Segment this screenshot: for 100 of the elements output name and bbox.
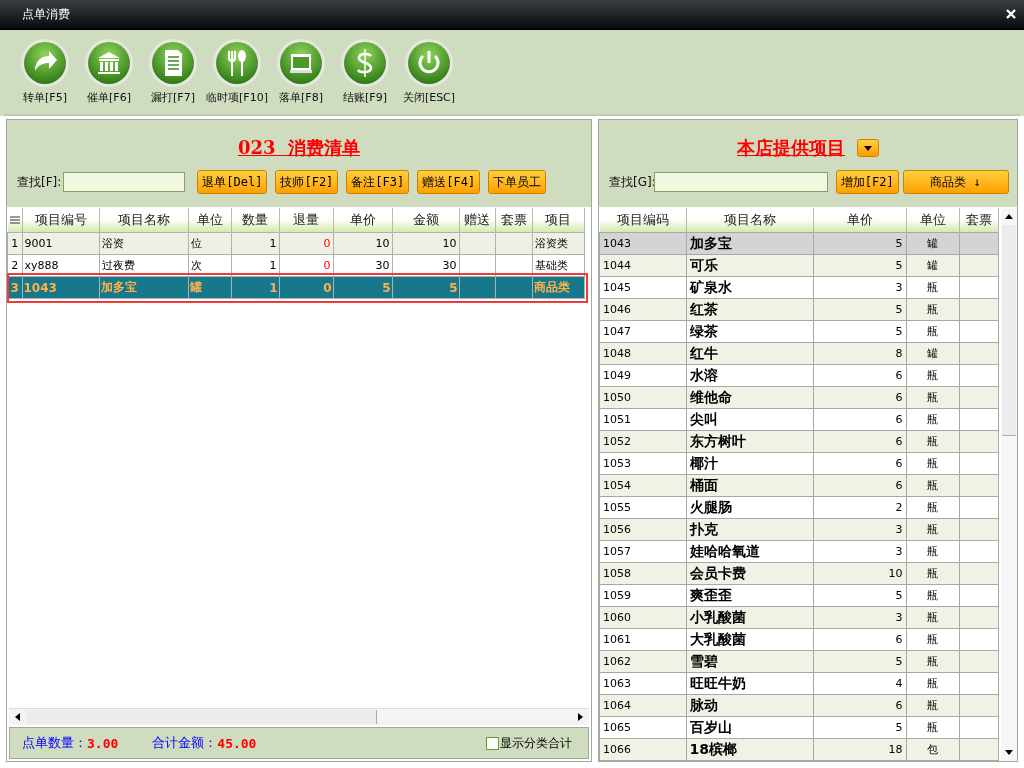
- column-header[interactable]: 金额: [392, 208, 459, 233]
- catalog-row[interactable]: 1045 矿泉水 3 瓶: [599, 276, 999, 299]
- vertical-scrollbar[interactable]: [1001, 208, 1017, 761]
- catalog-row[interactable]: 1065 百岁山 5 瓶: [599, 716, 999, 739]
- catalog-row[interactable]: 1064 脉动 6 瓶: [599, 694, 999, 717]
- table-cell: 罐: [906, 232, 959, 255]
- catalog-row[interactable]: 1061 大乳酸菌 6 瓶: [599, 628, 999, 651]
- catalog-row[interactable]: 1043 加多宝 5 罐: [599, 232, 999, 255]
- table-cell: 爽歪歪: [686, 584, 813, 607]
- table-cell: 1049: [599, 364, 686, 387]
- toolbar-button[interactable]: 临时项[F10]: [208, 38, 266, 114]
- action-button[interactable]: 增加[F2]: [835, 170, 899, 194]
- action-button[interactable]: 商品类 ↓: [902, 170, 1009, 194]
- column-header[interactable]: 套票: [495, 208, 532, 233]
- table-cell: 1058: [599, 562, 686, 585]
- column-header[interactable]: 项目编码: [599, 208, 686, 233]
- action-button[interactable]: 技师[F2]: [275, 170, 339, 194]
- table-cell: 瓶: [906, 320, 959, 343]
- catalog-row[interactable]: 1057 娃哈哈氧道 3 瓶: [599, 540, 999, 563]
- toolbar-button[interactable]: 催单[F6]: [80, 38, 138, 114]
- catalog-row[interactable]: 1046 红茶 5 瓶: [599, 298, 999, 321]
- table-cell: 1043: [22, 276, 99, 299]
- table-cell: 1052: [599, 430, 686, 453]
- catalog-row[interactable]: 1059 爽歪歪 5 瓶: [599, 584, 999, 607]
- dropdown-button[interactable]: [857, 139, 879, 157]
- table-cell: 1050: [599, 386, 686, 409]
- action-button[interactable]: 下单员工: [488, 170, 547, 194]
- table-cell: 罐: [906, 254, 959, 277]
- action-button[interactable]: 备注[F3]: [346, 170, 410, 194]
- column-header[interactable]: 套票: [959, 208, 999, 233]
- catalog-row[interactable]: 1047 绿茶 5 瓶: [599, 320, 999, 343]
- toolbar-button[interactable]: 转单[F5]: [16, 38, 74, 114]
- search-field[interactable]: [653, 172, 828, 192]
- table-cell: 1056: [599, 518, 686, 541]
- table-cell: 18: [813, 738, 906, 761]
- table-cell: 瓶: [906, 298, 959, 321]
- table-cell: 5: [813, 298, 906, 321]
- column-header[interactable]: 单价: [813, 208, 906, 233]
- table-cell: 椰汁: [686, 452, 813, 475]
- checkbox[interactable]: [486, 736, 499, 750]
- column-header[interactable]: 项目名称: [686, 208, 813, 233]
- scrollbar-thumb[interactable]: [26, 710, 377, 724]
- checkbox-label[interactable]: 显示分类合计: [500, 734, 572, 752]
- column-header[interactable]: 项目: [532, 208, 585, 233]
- catalog-row[interactable]: 1055 火腿肠 2 瓶: [599, 496, 999, 519]
- catalog-row[interactable]: 1052 东方树叶 6 瓶: [599, 430, 999, 453]
- catalog-row[interactable]: 1058 会员卡费 10 瓶: [599, 562, 999, 585]
- toolbar-button[interactable]: 结账[F9]: [336, 38, 394, 114]
- action-button[interactable]: 赠送[F4]: [417, 170, 481, 194]
- catalog-row[interactable]: 1056 扑克 3 瓶: [599, 518, 999, 541]
- catalog-row[interactable]: 1044 可乐 5 罐: [599, 254, 999, 277]
- list-icon: [9, 215, 20, 225]
- table-cell: 加多宝: [99, 276, 188, 299]
- column-header[interactable]: 项目编号: [22, 208, 99, 233]
- toolbar-button[interactable]: 落单[F8]: [272, 38, 330, 114]
- table-cell: 18槟榔: [686, 738, 813, 761]
- catalog-row[interactable]: 1053 椰汁 6 瓶: [599, 452, 999, 475]
- catalog-row[interactable]: 1062 雪碧 5 瓶: [599, 650, 999, 673]
- catalog-row[interactable]: 1066 18槟榔 18 包: [599, 738, 999, 761]
- scrollbar-thumb[interactable]: [1002, 225, 1016, 436]
- catalog-row[interactable]: 1050 维他命 6 瓶: [599, 386, 999, 409]
- catalog-row[interactable]: 1048 红牛 8 罐: [599, 342, 999, 365]
- catalog-row[interactable]: 1054 桶面 6 瓶: [599, 474, 999, 497]
- column-header[interactable]: 单位: [906, 208, 959, 233]
- table-cell: 1: [231, 232, 279, 255]
- order-row[interactable]: 1 9001 浴资 位 1 0 10 10 浴资类: [7, 232, 585, 255]
- fork-spoon-icon: [212, 38, 262, 88]
- table-cell: 30: [333, 254, 392, 277]
- column-header[interactable]: 退量: [279, 208, 333, 233]
- column-header[interactable]: 单位: [188, 208, 231, 233]
- table-cell: 10: [333, 232, 392, 255]
- table-cell: 0: [279, 276, 333, 299]
- action-button[interactable]: 退单[Del]: [197, 170, 268, 194]
- catalog-row[interactable]: 1049 水溶 6 瓶: [599, 364, 999, 387]
- table-cell: 1: [231, 276, 279, 299]
- table-cell: 1062: [599, 650, 686, 673]
- column-header[interactable]: 数量: [231, 208, 279, 233]
- toolbar-button[interactable]: 漏打[F7]: [144, 38, 202, 114]
- up-arrow-icon: [1005, 214, 1013, 219]
- table-cell: 瓶: [906, 496, 959, 519]
- table-cell: 1048: [599, 342, 686, 365]
- table-cell: 5: [813, 320, 906, 343]
- catalog-row[interactable]: 1060 小乳酸菌 3 瓶: [599, 606, 999, 629]
- catalog-row[interactable]: 1063 旺旺牛奶 4 瓶: [599, 672, 999, 695]
- left-arrow-icon: [15, 713, 20, 721]
- bank-icon: [84, 38, 134, 88]
- column-header[interactable]: 单价: [333, 208, 392, 233]
- table-cell: 1061: [599, 628, 686, 651]
- table-cell: 浴资类: [532, 232, 585, 255]
- search-field[interactable]: [63, 172, 186, 192]
- table-cell: 绿茶: [686, 320, 813, 343]
- column-header[interactable]: 项目名称: [99, 208, 188, 233]
- table-cell: 矿泉水: [686, 276, 813, 299]
- table-cell: 6: [813, 628, 906, 651]
- catalog-row[interactable]: 1051 尖叫 6 瓶: [599, 408, 999, 431]
- table-cell: 红茶: [686, 298, 813, 321]
- column-header[interactable]: 赠送: [459, 208, 495, 233]
- horizontal-scrollbar[interactable]: [9, 708, 589, 725]
- toolbar-button[interactable]: 关闭[ESC]: [400, 38, 458, 114]
- table-cell: 1055: [599, 496, 686, 519]
